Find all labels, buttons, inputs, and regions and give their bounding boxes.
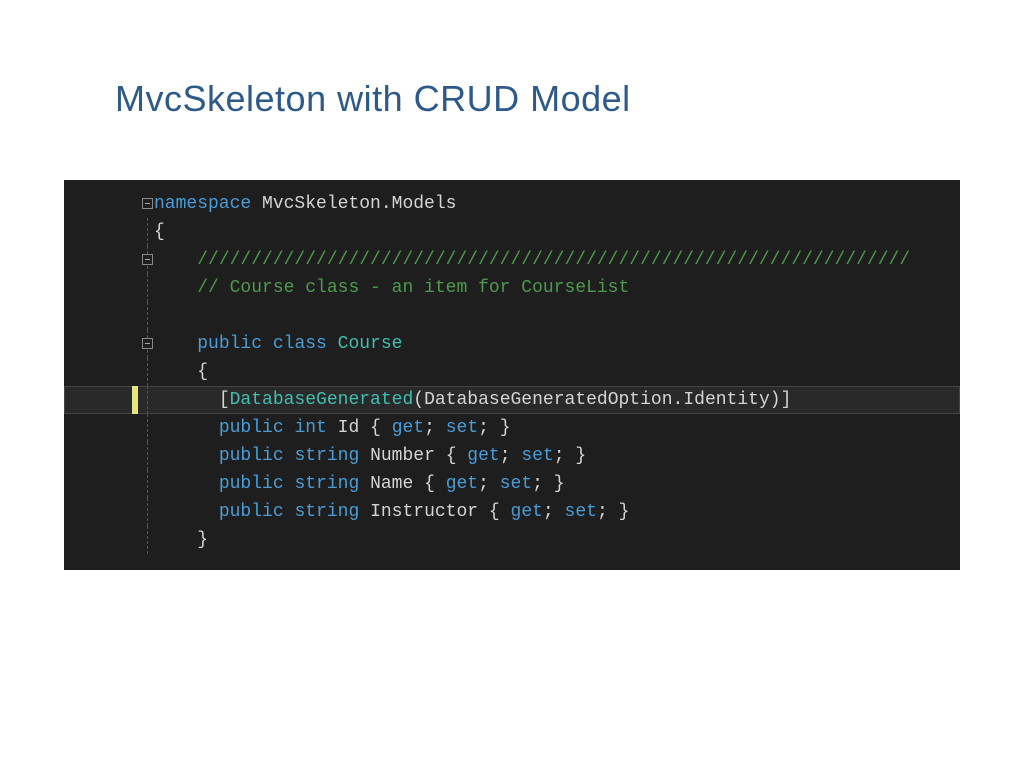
code-line-current: [DatabaseGenerated(DatabaseGeneratedOpti… bbox=[64, 386, 960, 414]
gutter bbox=[64, 246, 154, 274]
gutter bbox=[64, 470, 154, 498]
code-line: public string Name { get; set; } bbox=[64, 470, 960, 498]
code-line: ////////////////////////////////////////… bbox=[64, 246, 960, 274]
gutter bbox=[64, 190, 154, 218]
code-text: public string Number { get; set; } bbox=[154, 442, 586, 470]
gutter bbox=[64, 414, 154, 442]
fold-icon[interactable] bbox=[142, 338, 153, 349]
code-editor: namespace MvcSkeleton.Models { /////////… bbox=[64, 180, 960, 570]
gutter bbox=[64, 386, 154, 414]
code-line: { bbox=[64, 218, 960, 246]
code-text: [DatabaseGenerated(DatabaseGeneratedOpti… bbox=[154, 386, 791, 414]
code-line: } bbox=[64, 526, 960, 554]
code-line: namespace MvcSkeleton.Models bbox=[64, 190, 960, 218]
gutter bbox=[64, 526, 154, 554]
fold-icon[interactable] bbox=[142, 254, 153, 265]
code-line: public class Course bbox=[64, 330, 960, 358]
code-text: // Course class - an item for CourseList bbox=[154, 274, 629, 302]
code-text: public int Id { get; set; } bbox=[154, 414, 511, 442]
code-line: // Course class - an item for CourseList bbox=[64, 274, 960, 302]
code-line: public string Instructor { get; set; } bbox=[64, 498, 960, 526]
code-line: public string Number { get; set; } bbox=[64, 442, 960, 470]
code-text bbox=[154, 302, 165, 330]
gutter bbox=[64, 358, 154, 386]
code-text: public string Name { get; set; } bbox=[154, 470, 565, 498]
gutter bbox=[64, 330, 154, 358]
gutter bbox=[64, 218, 154, 246]
code-text: public class Course bbox=[154, 330, 402, 358]
gutter bbox=[64, 274, 154, 302]
code-text: { bbox=[154, 358, 208, 386]
code-text: { bbox=[154, 218, 165, 246]
code-line bbox=[64, 302, 960, 330]
code-text: namespace MvcSkeleton.Models bbox=[154, 190, 456, 218]
code-text: ////////////////////////////////////////… bbox=[154, 246, 910, 274]
code-line: public int Id { get; set; } bbox=[64, 414, 960, 442]
fold-icon[interactable] bbox=[142, 198, 153, 209]
code-text: public string Instructor { get; set; } bbox=[154, 498, 629, 526]
slide: MvcSkeleton with CRUD Model namespace Mv… bbox=[0, 0, 1024, 768]
gutter bbox=[64, 302, 154, 330]
slide-title: MvcSkeleton with CRUD Model bbox=[115, 78, 631, 120]
gutter bbox=[64, 442, 154, 470]
code-line: { bbox=[64, 358, 960, 386]
gutter bbox=[64, 498, 154, 526]
code-text: } bbox=[154, 526, 208, 554]
